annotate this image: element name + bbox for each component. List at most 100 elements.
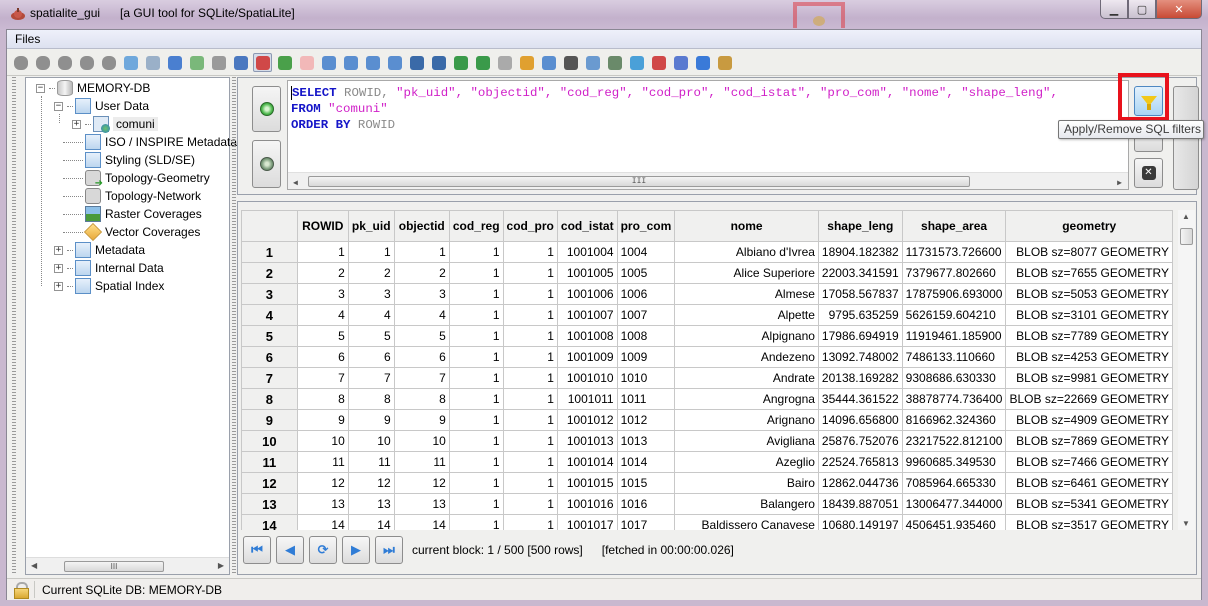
column-header[interactable]: geometry xyxy=(1005,210,1173,242)
table-cell[interactable]: 13 xyxy=(393,493,450,515)
table-cell[interactable]: 1 xyxy=(448,388,504,410)
table-cell[interactable]: 13 xyxy=(296,493,349,515)
table-cell[interactable]: 14096.656800 xyxy=(817,409,903,431)
sql-filter-button[interactable] xyxy=(1134,86,1163,116)
table-cell[interactable]: BLOB sz=7655 GEOMETRY xyxy=(1005,262,1173,284)
table-cell[interactable]: Andrate xyxy=(674,367,819,389)
close-button[interactable]: ✕ xyxy=(1156,0,1202,19)
table-cell[interactable]: 1 xyxy=(448,241,504,263)
table-cell[interactable]: 1001017 xyxy=(556,514,618,530)
row-header[interactable]: 6 xyxy=(241,346,298,368)
table-cell[interactable]: 7379677.802660 xyxy=(901,262,1007,284)
menu-files[interactable]: Files xyxy=(15,32,40,46)
column-header[interactable]: nome xyxy=(674,210,819,242)
table-cell[interactable]: 7486133.110660 xyxy=(901,346,1007,368)
table-cell[interactable]: Arignano xyxy=(674,409,819,431)
table-cell[interactable]: 17058.567837 xyxy=(817,283,903,305)
table-cell[interactable]: 1 xyxy=(448,472,504,494)
splitter-grip[interactable] xyxy=(232,77,236,575)
table-cell[interactable]: 10 xyxy=(393,430,450,452)
table-cell[interactable]: BLOB sz=9981 GEOMETRY xyxy=(1005,367,1173,389)
table-cell[interactable]: 1006 xyxy=(616,283,676,305)
row-header[interactable]: 10 xyxy=(241,430,298,452)
table-cell[interactable]: 2 xyxy=(393,262,450,284)
table-cell[interactable]: 7 xyxy=(393,367,450,389)
toolbar-button[interactable] xyxy=(605,53,624,72)
toolbar-button[interactable] xyxy=(627,53,646,72)
table-cell[interactable]: 9960685.349530 xyxy=(901,451,1007,473)
toolbar-button[interactable] xyxy=(253,53,272,72)
table-cell[interactable]: 11 xyxy=(393,451,450,473)
tree-node-topology-network[interactable]: Topology-Network xyxy=(63,187,201,205)
row-header[interactable]: 7 xyxy=(241,367,298,389)
toolbar-button[interactable] xyxy=(11,53,30,72)
table-cell[interactable]: 1001005 xyxy=(556,262,618,284)
grid-vertical-scrollbar[interactable]: ▲ ▼ xyxy=(1178,210,1195,530)
table-cell[interactable]: 1001011 xyxy=(556,388,618,410)
scroll-thumb[interactable] xyxy=(1180,228,1193,245)
table-cell[interactable]: 11 xyxy=(347,451,395,473)
table-cell[interactable]: 11919461.185900 xyxy=(901,325,1007,347)
table-cell[interactable]: 1 xyxy=(502,325,558,347)
tree-node-comuni[interactable]: + comuni xyxy=(72,115,158,133)
table-cell[interactable]: BLOB sz=3101 GEOMETRY xyxy=(1005,304,1173,326)
toolbar-button[interactable] xyxy=(385,53,404,72)
table-cell[interactable]: BLOB sz=4909 GEOMETRY xyxy=(1005,409,1173,431)
toolbar-button[interactable] xyxy=(99,53,118,72)
toolbar-button[interactable] xyxy=(143,53,162,72)
table-cell[interactable]: 1 xyxy=(448,283,504,305)
row-header[interactable]: 8 xyxy=(241,388,298,410)
table-cell[interactable]: Angrogna xyxy=(674,388,819,410)
tree-node-raster-coverages[interactable]: Raster Coverages xyxy=(63,205,202,223)
column-header[interactable]: pk_uid xyxy=(347,210,395,242)
table-cell[interactable]: 1001007 xyxy=(556,304,618,326)
toolbar-button[interactable] xyxy=(363,53,382,72)
table-cell[interactable]: 20138.169282 xyxy=(817,367,903,389)
table-row[interactable]: 12 12 12 12 1 1 1001015 1015 Bairo 12862.044736 70… xyxy=(241,472,1173,494)
table-cell[interactable]: BLOB sz=5341 GEOMETRY xyxy=(1005,493,1173,515)
table-cell[interactable]: BLOB sz=4253 GEOMETRY xyxy=(1005,346,1173,368)
table-cell[interactable]: BLOB sz=7869 GEOMETRY xyxy=(1005,430,1173,452)
toolbar-button[interactable] xyxy=(55,53,74,72)
table-cell[interactable]: 1010 xyxy=(616,367,676,389)
table-cell[interactable]: 17986.694919 xyxy=(817,325,903,347)
column-header[interactable]: cod_pro xyxy=(502,210,558,242)
toolbar-button[interactable] xyxy=(231,53,250,72)
table-cell[interactable]: 1 xyxy=(502,304,558,326)
tree-node-styling[interactable]: Styling (SLD/SE) xyxy=(63,150,195,169)
table-cell[interactable]: 2 xyxy=(347,262,395,284)
column-header[interactable]: objectid xyxy=(393,210,450,242)
table-cell[interactable]: 12 xyxy=(393,472,450,494)
scroll-thumb[interactable]: III xyxy=(64,561,164,572)
table-cell[interactable]: Alice Superiore xyxy=(674,262,819,284)
toolbar-button[interactable] xyxy=(187,53,206,72)
row-header[interactable]: 3 xyxy=(241,283,298,305)
table-cell[interactable]: 35444.361522 xyxy=(817,388,903,410)
execute-sql-button[interactable] xyxy=(252,86,281,132)
table-cell[interactable]: 1 xyxy=(502,514,558,530)
sql-editor[interactable]: SELECT ROWID, "pk_uid", "objectid", "cod… xyxy=(287,80,1129,190)
table-cell[interactable]: 25876.752076 xyxy=(817,430,903,452)
table-cell[interactable]: 4 xyxy=(296,304,349,326)
table-row[interactable]: 4 4 4 4 1 1 1001007 1007 Alpette 9795.635259 56261… xyxy=(241,304,1173,326)
toolbar-button[interactable] xyxy=(451,53,470,72)
row-header[interactable]: 2 xyxy=(241,262,298,284)
table-cell[interactable]: Baldissero Canavese xyxy=(674,514,819,530)
scroll-left-icon[interactable]: ◀ xyxy=(31,561,37,570)
row-header[interactable]: 5 xyxy=(241,325,298,347)
table-cell[interactable]: 14 xyxy=(296,514,349,530)
table-cell[interactable]: Bairo xyxy=(674,472,819,494)
table-cell[interactable]: Almese xyxy=(674,283,819,305)
table-cell[interactable]: 1 xyxy=(502,367,558,389)
toolbar-button[interactable] xyxy=(319,53,338,72)
table-cell[interactable]: 9795.635259 xyxy=(817,304,903,326)
table-row[interactable]: 7 7 7 7 1 1 1001010 1010 Andrate 20138.169282 9308… xyxy=(241,367,1173,389)
toolbar-button[interactable] xyxy=(121,53,140,72)
scroll-right-icon[interactable]: ▶ xyxy=(1117,176,1122,189)
table-cell[interactable]: 1 xyxy=(502,346,558,368)
toolbar-button[interactable] xyxy=(583,53,602,72)
table-cell[interactable]: 1 xyxy=(502,283,558,305)
toolbar-button[interactable] xyxy=(671,53,690,72)
table-cell[interactable]: 1 xyxy=(448,367,504,389)
toolbar-button[interactable] xyxy=(693,53,712,72)
